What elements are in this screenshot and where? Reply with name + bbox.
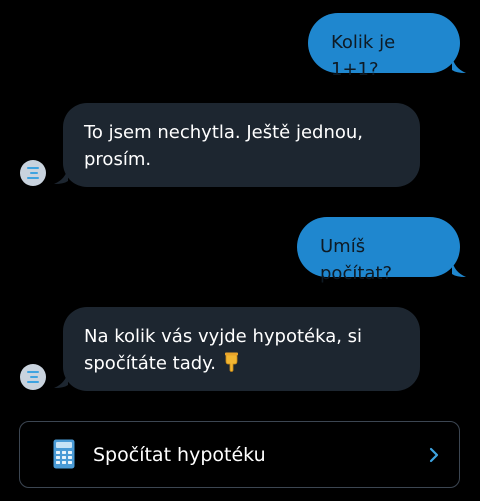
message-text-line: spočítáte tady. <box>84 350 400 377</box>
message-text: Umíš počítat? <box>320 236 393 284</box>
calculator-icon <box>53 439 75 469</box>
user-message-bubble: Kolik je 1+1? <box>308 13 460 80</box>
card-label: Spočítat hypotéku <box>93 444 266 466</box>
bot-avatar <box>20 364 46 390</box>
chevron-right-icon <box>429 447 439 463</box>
message-text-line: Na kolik vás vyjde hypotéka, si <box>84 326 363 347</box>
bubble-tail <box>54 371 68 388</box>
bubble-tail <box>452 260 466 277</box>
bot-avatar <box>20 160 46 186</box>
message-text-line: prosím. <box>84 149 152 170</box>
message-text-line: To jsem nechytla. Ještě jednou, <box>84 122 364 143</box>
message-text: spočítáte tady. <box>84 353 216 374</box>
bot-logo-icon <box>27 167 39 179</box>
user-message-bubble: Umíš počítat? <box>297 217 460 284</box>
message-text: Kolik je 1+1? <box>331 32 396 80</box>
bubble-tail <box>452 56 466 73</box>
bubble-tail <box>54 167 68 184</box>
mortgage-calculator-button[interactable]: Spočítat hypotéku <box>19 421 460 488</box>
bot-message-bubble: Na kolik vás vyjde hypotéka, si spočítát… <box>63 307 420 391</box>
pointing-down-hand-icon <box>224 352 238 372</box>
bot-message-bubble: To jsem nechytla. Ještě jednou, prosím. <box>63 103 420 187</box>
bot-logo-icon <box>27 371 39 383</box>
